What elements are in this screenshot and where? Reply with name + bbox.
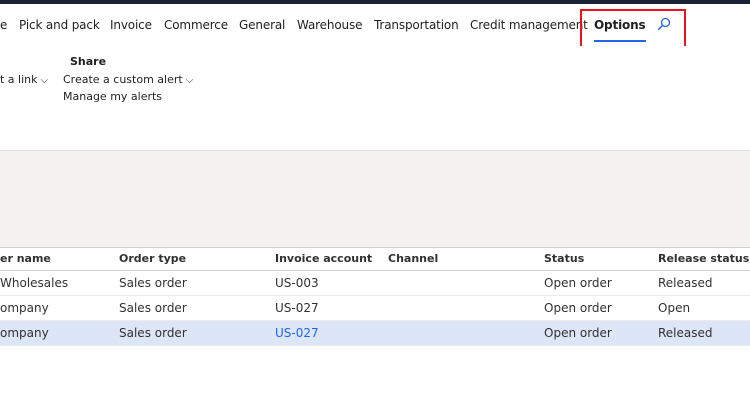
column-header-release-status[interactable]: Release status	[658, 252, 749, 265]
ribbon-panel: t a link ⌵ Share Create a custom alert ⌵ M…	[0, 46, 750, 151]
column-header-invoice-account[interactable]: Invoice account	[275, 252, 372, 265]
cell-customer-name: ompany	[0, 301, 49, 315]
cell-status: Open order	[544, 326, 612, 340]
cell-release-status: Open	[658, 301, 691, 315]
sales-order-grid: er name Order type Invoice account Chann…	[0, 247, 750, 346]
create-custom-alert-label: Create a custom alert	[63, 73, 183, 86]
grid-header: er name Order type Invoice account Chann…	[0, 247, 750, 271]
share-group-title: Share	[70, 55, 107, 68]
cell-invoice-account: US-003	[275, 276, 319, 290]
cell-status: Open order	[544, 276, 612, 290]
content-gray-area	[0, 151, 750, 247]
tab-credit-management[interactable]: Credit management	[470, 18, 588, 32]
cell-invoice-account: US-027	[275, 301, 319, 315]
manage-my-alerts-button[interactable]: Manage my alerts	[63, 90, 162, 103]
table-row[interactable]: ompany Sales order US-027 Open order Ope…	[0, 296, 750, 321]
tab-invoice[interactable]: Invoice	[110, 18, 152, 32]
search-icon[interactable]	[655, 16, 673, 34]
tab-commerce[interactable]: Commerce	[164, 18, 228, 32]
tab-warehouse[interactable]: Warehouse	[297, 18, 362, 32]
tab-general[interactable]: General	[239, 18, 285, 32]
cell-customer-name: Wholesales	[0, 276, 69, 290]
get-a-link-button[interactable]: t a link ⌵	[0, 73, 48, 86]
column-header-order-type[interactable]: Order type	[119, 252, 186, 265]
column-header-status[interactable]: Status	[544, 252, 584, 265]
tab-pick-and-pack[interactable]: Pick and pack	[19, 18, 100, 32]
cell-order-type: Sales order	[119, 326, 187, 340]
tab-transportation[interactable]: Transportation	[374, 18, 459, 32]
chevron-down-icon: ⌵	[185, 75, 194, 86]
cell-order-type: Sales order	[119, 276, 187, 290]
cell-status: Open order	[544, 301, 612, 315]
cell-customer-name: ompany	[0, 326, 49, 340]
cell-release-status: Released	[658, 326, 713, 340]
invoice-account-link[interactable]: US-027	[275, 326, 319, 340]
tab-options[interactable]: Options	[594, 18, 646, 42]
table-row-selected[interactable]: ompany Sales order US-027 Open order Rel…	[0, 321, 750, 346]
column-header-customer-name[interactable]: er name	[0, 252, 51, 265]
get-a-link-label: t a link	[0, 73, 38, 86]
chevron-down-icon: ⌵	[40, 75, 49, 86]
tab-partial[interactable]: e	[0, 18, 7, 32]
table-row[interactable]: Wholesales Sales order US-003 Open order…	[0, 271, 750, 296]
ribbon-tab-strip: e Pick and pack Invoice Commerce General…	[0, 4, 750, 46]
column-header-channel[interactable]: Channel	[388, 252, 438, 265]
cell-release-status: Released	[658, 276, 713, 290]
cell-order-type: Sales order	[119, 301, 187, 315]
create-custom-alert-button[interactable]: Create a custom alert ⌵	[63, 73, 193, 86]
